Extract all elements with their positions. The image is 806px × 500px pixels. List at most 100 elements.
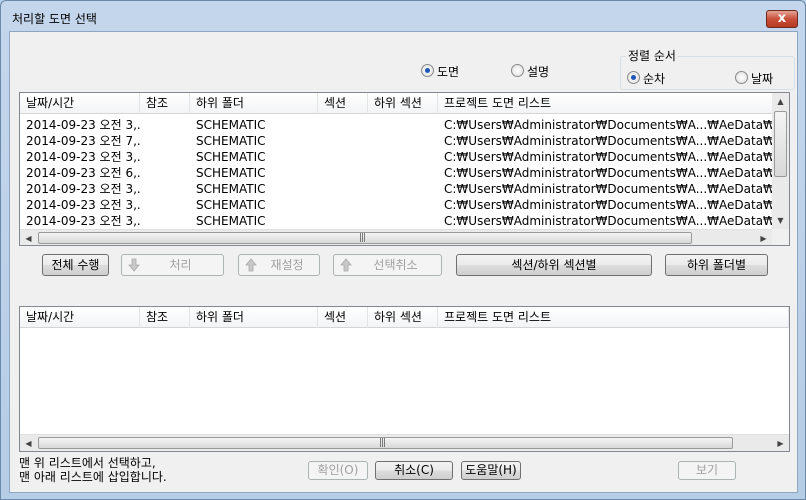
radio-sequential[interactable] <box>627 71 640 84</box>
cell-datetime: 2014-09-23 오전 3,... <box>26 182 140 196</box>
scroll-grip-icon: ||| <box>359 233 366 243</box>
close-button[interactable]: x <box>766 10 798 28</box>
scroll-left-arrow-icon[interactable]: ◀ <box>20 230 37 245</box>
table-row[interactable]: 2014-09-23 오전 3,... SCHEMATIC C:₩Users₩Adm… <box>20 117 789 133</box>
help-button[interactable]: 도움말(H) <box>461 461 521 480</box>
column-header-subsection[interactable]: 하위 섹션 <box>368 93 438 114</box>
cell-section <box>318 133 368 149</box>
cell-subsection <box>368 117 438 133</box>
column-header-subfolder[interactable]: 하위 폴더 <box>190 93 318 114</box>
column-header-project-list[interactable]: 프로젝트 도면 리스트 <box>438 93 774 114</box>
column-header-ref[interactable]: 참조 <box>140 93 190 114</box>
scroll-right-arrow-icon[interactable]: ▶ <box>772 435 789 451</box>
source-list-hscrollbar[interactable]: ◀ ||| ▶ <box>20 229 772 245</box>
arrow-up-icon <box>340 258 352 272</box>
cell-subfolder: SCHEMATIC <box>196 150 266 164</box>
cell-ref <box>140 213 190 229</box>
view-button[interactable]: 보기 <box>678 461 736 480</box>
table-row[interactable]: 2014-09-23 오전 3,... SCHEMATIC C:₩Users₩Adm… <box>20 181 789 197</box>
cell-ref <box>140 181 190 197</box>
cell-subsection <box>368 149 438 165</box>
cell-subsection <box>368 181 438 197</box>
cancel-button[interactable]: 취소(C) <box>375 461 453 480</box>
scroll-down-arrow-icon[interactable]: ▼ <box>772 212 789 229</box>
deselect-button[interactable]: 선택취소 <box>333 254 442 276</box>
radio-description[interactable] <box>511 64 524 77</box>
arrow-down-icon <box>128 258 140 272</box>
cell-path: C:₩Users₩Administrator₩Documents₩A...₩Ae… <box>444 166 772 180</box>
radio-description-label: 설명 <box>527 65 550 79</box>
instruction-line-2: 맨 아래 리스트에 삽입합니다. <box>19 470 167 484</box>
column-header-datetime[interactable]: 날짜/시간 <box>20 307 140 328</box>
source-list-header: 날짜/시간 참조 하위 폴더 섹션 하위 섹션 프로젝트 도면 리스트 <box>20 93 789 114</box>
cell-ref <box>140 165 190 181</box>
window-title: 처리할 도면 선택 <box>12 12 97 26</box>
table-row[interactable]: 2014-09-23 오전 6,... SCHEMATIC C:₩Users₩Adm… <box>20 165 789 181</box>
cell-path: C:₩Users₩Administrator₩Documents₩A...₩Ae… <box>444 198 772 212</box>
radio-drawing[interactable] <box>421 64 434 77</box>
ok-button[interactable]: 확인(O) <box>308 461 368 480</box>
title-bar: 처리할 도면 선택 x <box>1 1 805 31</box>
source-list-hscroll-thumb[interactable]: ||| <box>38 232 692 244</box>
table-row[interactable]: 2014-09-23 오전 3,... SCHEMATIC C:₩Users₩Adm… <box>20 213 789 229</box>
cell-subfolder: SCHEMATIC <box>196 182 266 196</box>
cell-path: C:₩Users₩Administrator₩Documents₩A...₩Ae… <box>444 150 772 164</box>
scroll-corner <box>772 229 789 245</box>
source-drawing-list[interactable]: 날짜/시간 참조 하위 폴더 섹션 하위 섹션 프로젝트 도면 리스트 2014… <box>19 92 790 246</box>
cell-datetime: 2014-09-23 오전 3,... <box>26 214 140 228</box>
deselect-button-label: 선택취소 <box>373 258 418 272</box>
reset-button-label: 재설정 <box>270 258 304 272</box>
cell-section <box>318 213 368 229</box>
cell-subfolder: SCHEMATIC <box>196 118 266 132</box>
process-button-label: 처리 <box>169 258 192 272</box>
target-list-hscrollbar[interactable]: ◀ ||| ▶ <box>20 434 789 451</box>
table-row[interactable]: 2014-09-23 오전 3,... SCHEMATIC C:₩Users₩Adm… <box>20 149 789 165</box>
cell-section <box>318 181 368 197</box>
cell-section <box>318 117 368 133</box>
cell-section <box>318 149 368 165</box>
scroll-up-arrow-icon[interactable]: ▲ <box>772 93 789 110</box>
column-header-project-list[interactable]: 프로젝트 도면 리스트 <box>438 307 789 328</box>
cell-path: C:₩Users₩Administrator₩Documents₩A...₩Ae… <box>444 214 772 228</box>
source-list-vscroll-thumb[interactable] <box>774 111 787 177</box>
cell-subsection <box>368 213 438 229</box>
process-button[interactable]: 처리 <box>121 254 224 276</box>
scroll-right-arrow-icon[interactable]: ▶ <box>755 230 772 245</box>
column-header-subfolder[interactable]: 하위 폴더 <box>190 307 318 328</box>
column-header-section[interactable]: 섹션 <box>318 93 368 114</box>
cell-datetime: 2014-09-23 오전 7,... <box>26 134 140 148</box>
dialog-client-area: 도면 설명 정렬 순서 순차 날짜 날짜/시간 참조 하위 폴더 섹션 하위 섹… <box>9 31 798 493</box>
table-row[interactable]: 2014-09-23 오전 3,... SCHEMATIC C:₩Users₩Adm… <box>20 197 789 213</box>
target-drawing-list[interactable]: 날짜/시간 참조 하위 폴더 섹션 하위 섹션 프로젝트 도면 리스트 ◀ ||… <box>19 306 790 452</box>
cell-path: C:₩Users₩Administrator₩Documents₩A...₩Ae… <box>444 118 772 132</box>
by-subfolder-button[interactable]: 하위 폴더별 <box>665 254 768 276</box>
column-header-datetime[interactable]: 날짜/시간 <box>20 93 140 114</box>
table-row[interactable]: 2014-09-23 오전 7,... SCHEMATIC C:₩Users₩Adm… <box>20 133 789 149</box>
dialog-window: 처리할 도면 선택 x 도면 설명 정렬 순서 순차 날짜 날짜/시간 참조 하… <box>0 0 806 500</box>
cell-subfolder: SCHEMATIC <box>196 134 266 148</box>
column-header-section[interactable]: 섹션 <box>318 307 368 328</box>
cell-subsection <box>368 133 438 149</box>
source-list-vscrollbar[interactable]: ▲ ▼ <box>772 93 789 229</box>
column-header-subsection[interactable]: 하위 섹션 <box>368 307 438 328</box>
cell-datetime: 2014-09-23 오전 6,... <box>26 166 140 180</box>
by-section-button[interactable]: 섹션/하위 섹션별 <box>456 254 652 276</box>
cell-datetime: 2014-09-23 오전 3,... <box>26 118 140 132</box>
scroll-left-arrow-icon[interactable]: ◀ <box>20 435 37 451</box>
instruction-text: 맨 위 리스트에서 선택하고, 맨 아래 리스트에 삽입합니다. <box>19 456 167 484</box>
close-icon: x <box>777 11 787 26</box>
cell-section <box>318 197 368 213</box>
cell-ref <box>140 133 190 149</box>
column-header-ref[interactable]: 참조 <box>140 307 190 328</box>
reset-button[interactable]: 재설정 <box>238 254 320 276</box>
cell-ref <box>140 197 190 213</box>
radio-date[interactable] <box>735 71 748 84</box>
cell-subsection <box>368 165 438 181</box>
target-list-hscroll-thumb[interactable]: ||| <box>38 437 733 449</box>
radio-date-label: 날짜 <box>751 72 774 86</box>
arrow-up-icon <box>245 258 257 272</box>
scroll-grip-icon: ||| <box>379 438 386 448</box>
do-all-button[interactable]: 전체 수행 <box>42 254 109 276</box>
cell-section <box>318 165 368 181</box>
cell-ref <box>140 149 190 165</box>
